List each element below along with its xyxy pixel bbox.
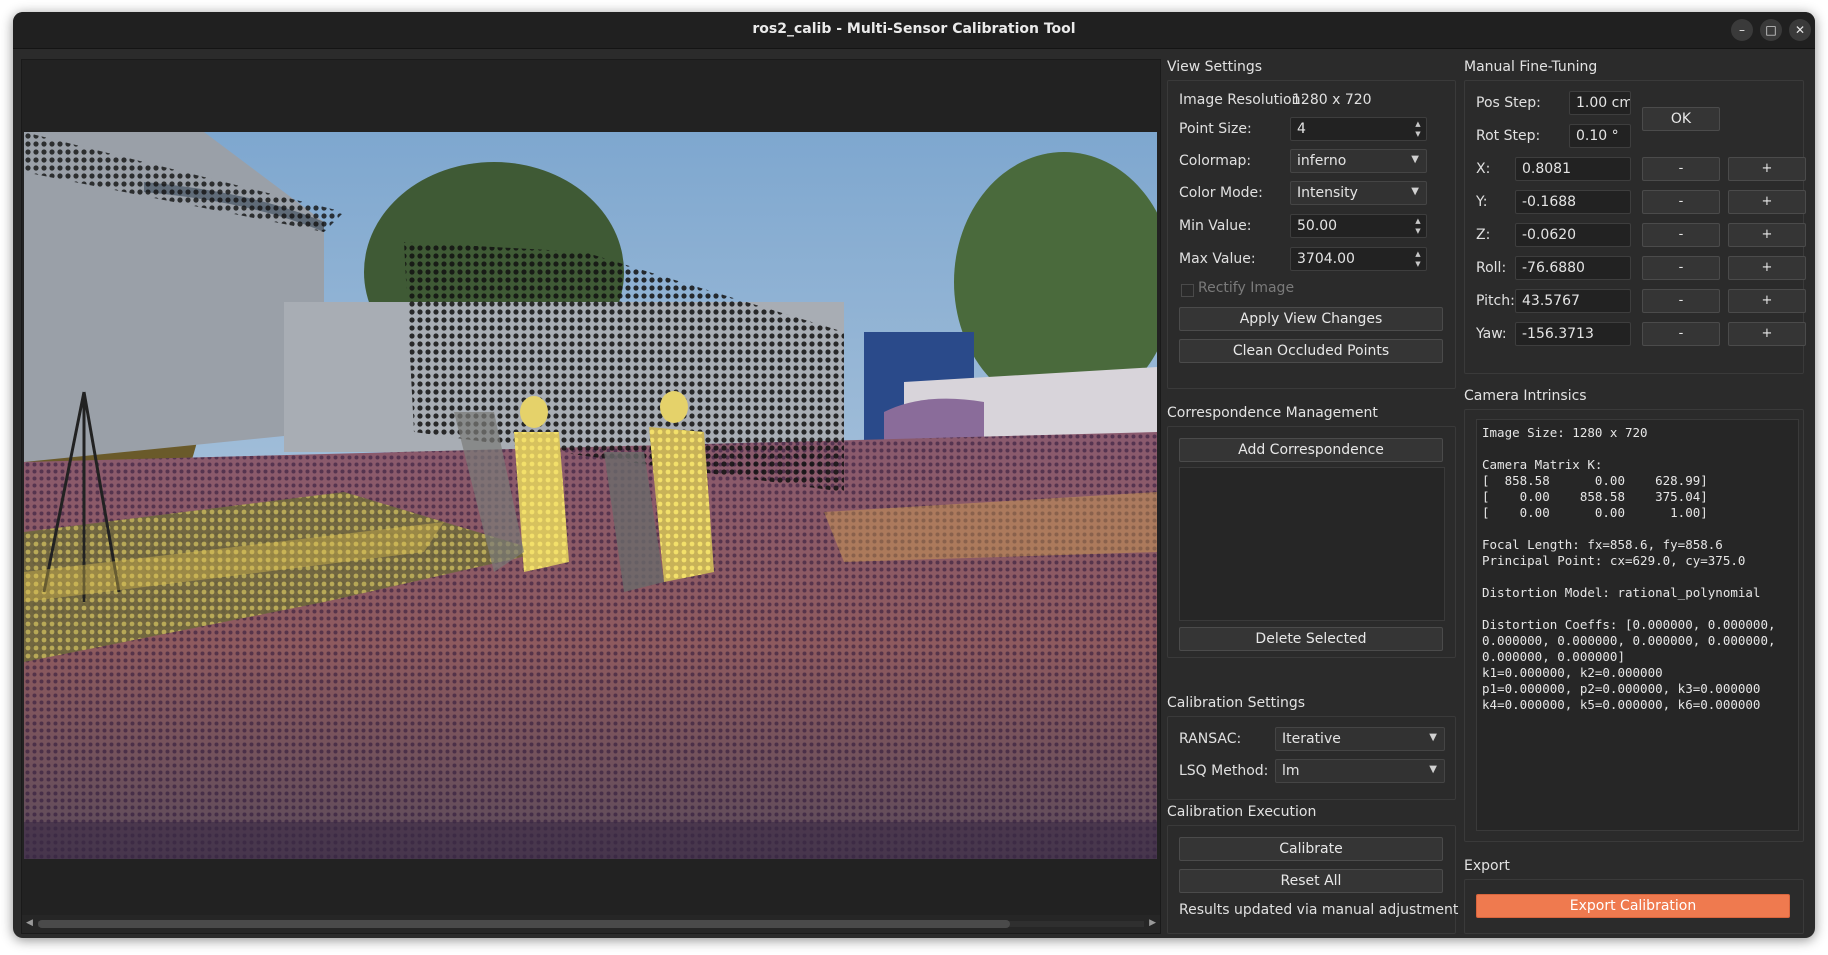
- chevron-down-icon: ▼: [1411, 154, 1419, 165]
- calibration-settings-title: Calibration Settings: [1167, 695, 1306, 711]
- roll-input[interactable]: -76.6880: [1515, 256, 1631, 280]
- rot-step-label: Rot Step:: [1476, 128, 1541, 144]
- ransac-value: Iterative: [1282, 731, 1341, 747]
- ransac-select[interactable]: Iterative ▼: [1275, 727, 1445, 751]
- z-label: Z:: [1476, 227, 1491, 243]
- image-resolution-label: Image Resolution:: [1179, 92, 1306, 108]
- export-group: Export Calibration: [1464, 879, 1804, 934]
- view-settings-group: Image Resolution: 1280 x 720 Point Size:…: [1167, 80, 1456, 389]
- z-input[interactable]: -0.0620: [1515, 223, 1631, 247]
- window-title: ros2_calib - Multi-Sensor Calibration To…: [752, 21, 1076, 37]
- export-title: Export: [1464, 858, 1510, 874]
- colormap-select[interactable]: inferno ▼: [1290, 149, 1427, 173]
- calibration-execution-group: Calibrate Reset All Results updated via …: [1167, 825, 1459, 934]
- lsq-method-label: LSQ Method:: [1179, 763, 1269, 779]
- color-mode-label: Color Mode:: [1179, 185, 1263, 201]
- z-minus-button[interactable]: -: [1642, 223, 1720, 247]
- point-size-label: Point Size:: [1179, 121, 1252, 137]
- view-settings-title: View Settings: [1167, 59, 1263, 75]
- y-input[interactable]: -0.1688: [1515, 190, 1631, 214]
- pos-step-label: Pos Step:: [1476, 95, 1541, 111]
- close-button[interactable]: ✕: [1789, 19, 1811, 41]
- colormap-label: Colormap:: [1179, 153, 1252, 169]
- maximize-button[interactable]: □: [1760, 19, 1782, 41]
- correspondence-title: Correspondence Management: [1167, 405, 1378, 421]
- correspondence-list[interactable]: [1179, 467, 1445, 621]
- lsq-method-select[interactable]: lm ▼: [1275, 759, 1445, 783]
- roll-plus-button[interactable]: +: [1728, 256, 1806, 280]
- calibrate-button[interactable]: Calibrate: [1179, 837, 1443, 861]
- manual-fine-tuning-group: Pos Step: 1.00 cm Rot Step: 0.10 ° OK X:…: [1464, 80, 1806, 374]
- colormap-value: inferno: [1297, 153, 1347, 169]
- spin-arrows-icon[interactable]: ▲ ▼: [1412, 216, 1424, 236]
- yaw-minus-button[interactable]: -: [1642, 322, 1720, 346]
- x-plus-button[interactable]: +: [1728, 157, 1806, 181]
- minimize-button[interactable]: –: [1731, 19, 1753, 41]
- ransac-label: RANSAC:: [1179, 731, 1242, 747]
- clean-occluded-points-button[interactable]: Clean Occluded Points: [1179, 339, 1443, 363]
- add-correspondence-button[interactable]: Add Correspondence: [1179, 438, 1443, 462]
- x-minus-button[interactable]: -: [1642, 157, 1720, 181]
- rot-step-input[interactable]: 0.10 °: [1569, 124, 1631, 148]
- camera-intrinsics-group: Image Size: 1280 x 720 Camera Matrix K: …: [1464, 409, 1804, 842]
- min-value-spinbox[interactable]: 50.00 ▲ ▼: [1290, 214, 1427, 238]
- max-value-value: 3704.00: [1297, 251, 1355, 267]
- pitch-plus-button[interactable]: +: [1728, 289, 1806, 313]
- pitch-minus-button[interactable]: -: [1642, 289, 1720, 313]
- chevron-down-icon: ▼: [1429, 764, 1437, 775]
- image-viewer[interactable]: ◀ ▶: [21, 59, 1161, 934]
- spin-arrows-icon[interactable]: ▲ ▼: [1412, 249, 1424, 269]
- ok-button[interactable]: OK: [1642, 107, 1720, 131]
- x-input[interactable]: 0.8081: [1515, 157, 1631, 181]
- image-resolution-value: 1280 x 720: [1292, 92, 1372, 108]
- y-label: Y:: [1476, 194, 1488, 210]
- color-mode-value: Intensity: [1297, 185, 1358, 201]
- yaw-input[interactable]: -156.3713: [1515, 322, 1631, 346]
- spin-arrows-icon[interactable]: ▲ ▼: [1412, 119, 1424, 139]
- correspondence-group: Add Correspondence Delete Selected: [1167, 426, 1456, 658]
- scroll-left-icon[interactable]: ◀: [26, 918, 33, 928]
- export-calibration-button[interactable]: Export Calibration: [1476, 894, 1790, 918]
- camera-intrinsics-title: Camera Intrinsics: [1464, 388, 1587, 404]
- scroll-right-icon[interactable]: ▶: [1149, 918, 1156, 928]
- yaw-label: Yaw:: [1476, 326, 1507, 342]
- x-label: X:: [1476, 161, 1491, 177]
- y-minus-button[interactable]: -: [1642, 190, 1720, 214]
- delete-selected-button[interactable]: Delete Selected: [1179, 627, 1443, 651]
- calibration-settings-group: RANSAC: Iterative ▼ LSQ Method: lm ▼: [1167, 716, 1456, 800]
- max-value-spinbox[interactable]: 3704.00 ▲ ▼: [1290, 247, 1427, 271]
- min-value-value: 50.00: [1297, 218, 1338, 234]
- apply-view-changes-button[interactable]: Apply View Changes: [1179, 307, 1443, 331]
- title-bar: ros2_calib - Multi-Sensor Calibration To…: [13, 12, 1815, 49]
- main-window: ros2_calib - Multi-Sensor Calibration To…: [13, 12, 1815, 938]
- lsq-method-value: lm: [1282, 763, 1300, 779]
- point-size-spinbox[interactable]: 4 ▲ ▼: [1290, 117, 1427, 141]
- point-size-value: 4: [1297, 121, 1306, 137]
- pitch-label: Pitch:: [1476, 293, 1515, 309]
- y-plus-button[interactable]: +: [1728, 190, 1806, 214]
- scroll-thumb[interactable]: [38, 920, 1010, 928]
- rectify-image-label: Rectify Image: [1198, 280, 1295, 296]
- roll-label: Roll:: [1476, 260, 1507, 276]
- z-plus-button[interactable]: +: [1728, 223, 1806, 247]
- rectify-image-checkbox[interactable]: [1181, 284, 1194, 297]
- chevron-down-icon: ▼: [1429, 732, 1437, 743]
- roll-minus-button[interactable]: -: [1642, 256, 1720, 280]
- color-mode-select[interactable]: Intensity ▼: [1290, 181, 1427, 205]
- camera-image-with-lidar-overlay: [24, 132, 1157, 859]
- max-value-label: Max Value:: [1179, 251, 1256, 267]
- intrinsics-text: Image Size: 1280 x 720 Camera Matrix K: …: [1482, 425, 1776, 712]
- pitch-input[interactable]: 43.5767: [1515, 289, 1631, 313]
- horizontal-scrollbar[interactable]: ◀ ▶: [22, 915, 1160, 933]
- calibration-execution-title: Calibration Execution: [1167, 804, 1317, 820]
- status-text: Results updated via manual adjustment: [1179, 902, 1459, 918]
- reset-all-button[interactable]: Reset All: [1179, 869, 1443, 893]
- manual-fine-tuning-title: Manual Fine-Tuning: [1464, 59, 1598, 75]
- min-value-label: Min Value:: [1179, 218, 1252, 234]
- pos-step-input[interactable]: 1.00 cm: [1569, 91, 1631, 115]
- chevron-down-icon: ▼: [1411, 186, 1419, 197]
- yaw-plus-button[interactable]: +: [1728, 322, 1806, 346]
